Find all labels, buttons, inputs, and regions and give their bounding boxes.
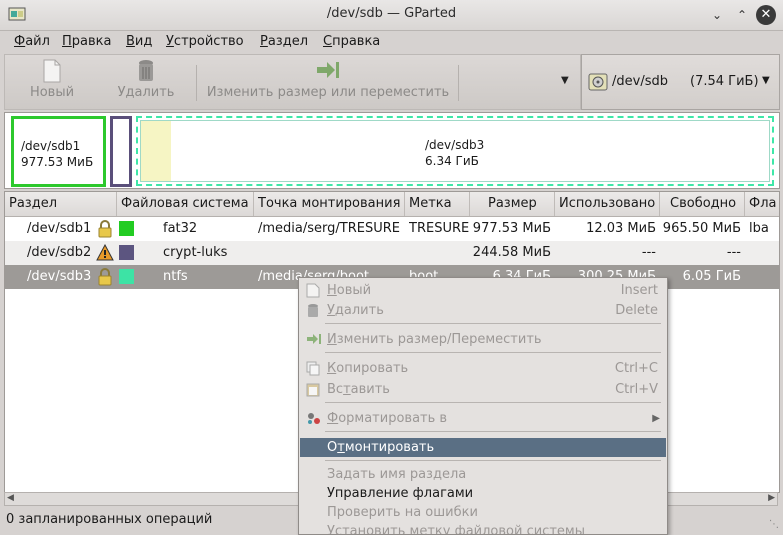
- scroll-right-icon[interactable]: ▶: [768, 493, 775, 503]
- title-bar: /dev/sdb — GParted ⌄ ⌃ ✕: [0, 0, 783, 31]
- device-selector[interactable]: /dev/sdb (7.54 ГиБ) ▼: [581, 54, 780, 110]
- ctx-set-partition-name[interactable]: Задать имя раздела: [300, 465, 666, 484]
- ctx-manage-flags[interactable]: Управление флагами: [300, 484, 666, 503]
- column-header-mountpoint[interactable]: Точка монтирования: [254, 192, 405, 216]
- ctx-copy[interactable]: Копировать Ctrl+C: [300, 359, 666, 378]
- trash-icon: [308, 304, 318, 317]
- graph-partition-sdb1[interactable]: /dev/sdb1 977.53 МиБ: [11, 116, 106, 187]
- lock-icon: [98, 268, 112, 286]
- ctx-unmount[interactable]: Отмонтировать: [300, 438, 666, 457]
- toolbar-overflow-dropdown-icon[interactable]: ▼: [561, 75, 569, 86]
- column-header-free[interactable]: Свободно: [660, 192, 745, 216]
- table-header: Раздел Файловая система Точка монтирован…: [5, 192, 779, 217]
- menu-partition[interactable]: Раздел: [260, 34, 308, 49]
- menu-separator: [325, 323, 661, 324]
- partition-context-menu: Новый Insert Удалить Delete Изменить раз…: [298, 277, 668, 535]
- table-row[interactable]: /dev/sdb2 crypt-luks 244.58 МиБ --- ---: [5, 241, 779, 265]
- ctx-delete[interactable]: Удалить Delete: [300, 301, 666, 320]
- menu-device[interactable]: Устройство: [166, 34, 244, 49]
- toolbar-separator: [458, 65, 459, 101]
- table-row[interactable]: /dev/sdb1 fat32 /media/serg/TRESURE TRES…: [5, 217, 779, 241]
- ctx-new[interactable]: Новый Insert: [300, 281, 666, 300]
- used-space-fill: [141, 121, 171, 181]
- column-header-filesystem[interactable]: Файловая система: [117, 192, 254, 216]
- menu-bar: Файл Правка Вид Устройство Раздел Справк…: [0, 31, 783, 53]
- device-size: (7.54 ГиБ): [690, 74, 759, 89]
- pending-operations-status: 0 запланированных операций: [6, 512, 213, 527]
- close-icon[interactable]: ✕: [756, 5, 776, 25]
- warning-icon: [96, 244, 114, 261]
- menu-separator: [325, 402, 661, 403]
- filesystem-color-swatch: [119, 221, 134, 236]
- window-title: /dev/sdb — GParted: [326, 6, 457, 21]
- graph-partition-sdb3[interactable]: /dev/sdb3 6.34 ГиБ: [136, 116, 774, 186]
- trash-icon: [139, 60, 153, 81]
- resize-move-button[interactable]: Изменить размер или переместить: [205, 59, 451, 100]
- resize-arrow-icon: [317, 62, 339, 78]
- disk-icon: [588, 73, 608, 91]
- format-icon: [308, 413, 320, 424]
- lock-icon: [98, 220, 112, 238]
- new-document-icon: [43, 59, 61, 83]
- minimize-icon[interactable]: ⌄: [707, 5, 727, 25]
- column-header-size[interactable]: Размер: [470, 192, 555, 216]
- column-header-used[interactable]: Использовано: [555, 192, 660, 216]
- toolbar-separator: [196, 65, 197, 101]
- delete-button[interactable]: Удалить: [110, 59, 182, 100]
- menu-file[interactable]: Файл: [14, 34, 50, 49]
- filesystem-color-swatch: [119, 269, 134, 284]
- chevron-down-icon: ▼: [762, 75, 770, 86]
- menu-separator: [325, 431, 661, 432]
- device-name: /dev/sdb: [612, 74, 668, 89]
- resize-grip-icon[interactable]: ⋱: [769, 519, 779, 530]
- maximize-icon[interactable]: ⌃: [732, 5, 752, 25]
- scroll-left-icon[interactable]: ◀: [7, 493, 14, 503]
- column-header-label[interactable]: Метка: [405, 192, 470, 216]
- copy-icon: [306, 361, 320, 376]
- ctx-resize-move[interactable]: Изменить размер/Переместить: [300, 330, 666, 349]
- partition-graph: /dev/sdb1 977.53 МиБ /dev/sdb3 6.34 ГиБ: [4, 112, 780, 189]
- ctx-paste[interactable]: Вставить Ctrl+V: [300, 380, 666, 399]
- ctx-check-errors[interactable]: Проверить на ошибки: [300, 503, 666, 522]
- menu-help[interactable]: Справка: [323, 34, 380, 49]
- menu-view[interactable]: Вид: [126, 34, 152, 49]
- ctx-set-fs-label[interactable]: Установить метку файловой системы: [300, 522, 666, 534]
- menu-separator: [325, 460, 661, 461]
- filesystem-color-swatch: [119, 245, 134, 260]
- column-header-partition[interactable]: Раздел: [5, 192, 117, 216]
- resize-arrow-icon: [307, 334, 321, 344]
- new-document-icon: [306, 283, 320, 298]
- column-header-flags[interactable]: Фла: [745, 192, 779, 216]
- new-button[interactable]: Новый: [27, 59, 77, 100]
- submenu-arrow-icon: ▶: [652, 413, 660, 424]
- graph-partition-sdb2[interactable]: [110, 116, 132, 187]
- toolbar: Новый Удалить Изменить размер или переме…: [4, 54, 581, 110]
- menu-edit[interactable]: Правка: [62, 34, 111, 49]
- ctx-format-to[interactable]: Форматировать в ▶: [300, 409, 666, 428]
- paste-icon: [306, 383, 320, 397]
- menu-separator: [325, 352, 661, 353]
